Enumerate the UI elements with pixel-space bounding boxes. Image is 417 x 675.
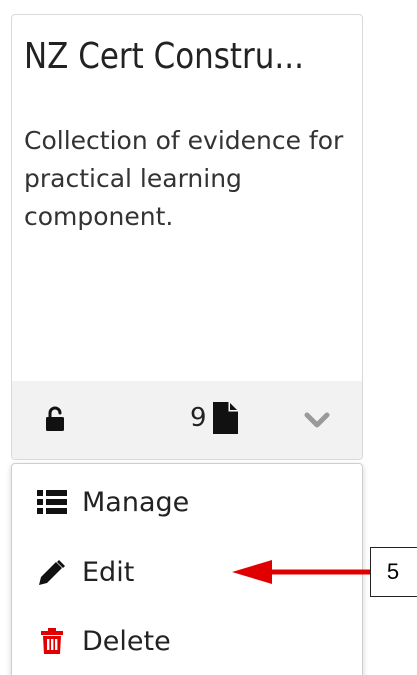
chevron-down-icon[interactable] [302,407,332,433]
menu-item-manage[interactable]: Manage [12,474,362,530]
annotation-arrow [232,560,372,584]
trash-icon [36,626,68,656]
collection-card: NZ Cert Constru... Collection of evidenc… [11,14,363,460]
card-footer: 9 [12,381,362,459]
menu-item-delete[interactable]: Delete [12,613,362,669]
unlocked-icon[interactable] [45,406,65,432]
callout-number: 5 [386,559,400,584]
pencil-icon [36,557,68,587]
menu-item-label: Delete [82,625,171,657]
card-description: Collection of evidence for practical lea… [24,126,344,231]
list-icon [36,487,68,517]
page-count: 9 [190,401,238,435]
menu-item-label: Manage [82,486,190,518]
screenshot-stage: NZ Cert Constru... Collection of evidenc… [0,0,417,675]
card-title[interactable]: NZ Cert Constru... [24,33,353,81]
page-count-value: 9 [190,403,207,433]
annotation-callout: 5 [370,547,417,597]
menu-item-label: Edit [82,556,135,588]
document-icon [212,402,238,434]
